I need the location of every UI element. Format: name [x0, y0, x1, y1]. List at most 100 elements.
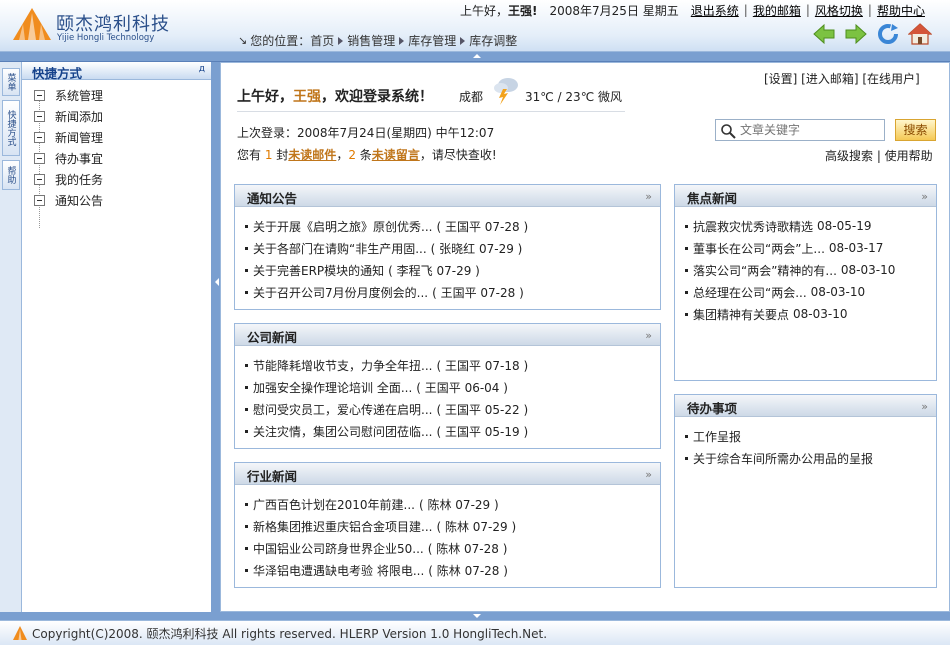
sidebar-title: 快捷方式: [32, 66, 83, 81]
last-login: 上次登录：2008年7月24日(星期四) 中午12:07: [237, 126, 495, 140]
panel-title: 行业新闻: [247, 469, 298, 484]
forward-arrow-icon[interactable]: [844, 22, 868, 46]
back-arrow-icon[interactable]: [812, 22, 836, 46]
collapse-icon[interactable]: [34, 194, 45, 206]
sidebar-item-label: 待办事宜: [55, 151, 104, 166]
nav-toolbar: [812, 22, 933, 46]
style-switch-link[interactable]: 风格切换: [815, 2, 863, 19]
main-content: 上午好，王强，欢迎登录系统！ 成都 31℃ / 23℃ 微风 [设置] [进入邮…: [220, 62, 950, 612]
collapse-icon[interactable]: [34, 152, 45, 164]
focus-news-list: 抗震救灾忧秀诗歌精选 08-05-19 董事长在公司“两会”上... 08-03-1…: [685, 215, 895, 325]
panel-header: 公司新闻 »: [235, 324, 660, 346]
breadcrumb-sales[interactable]: 销售管理: [347, 32, 395, 49]
list-item[interactable]: 落实公司“两会”精神的有... 08-03-10: [685, 259, 895, 281]
logout-link[interactable]: 退出系统: [691, 2, 739, 19]
list-item[interactable]: 关于各部门在请购“非生产用固...( 张晓红 07-29 ): [245, 237, 528, 259]
list-item[interactable]: 关于综合车间所需办公用品的呈报: [685, 447, 873, 469]
list-item[interactable]: 董事长在公司“两会”上... 08-03-17: [685, 237, 895, 259]
location-icon: ↘: [238, 34, 248, 47]
sidebar-item-system[interactable]: 系统管理: [34, 85, 103, 105]
copyright-text: Copyright(C)2008. 颐杰鸿利科技 All rights rese…: [32, 626, 548, 641]
divider: [237, 111, 625, 112]
list-item[interactable]: 广西百色计划在2010年前建...( 陈林 07-29 ): [245, 493, 516, 515]
list-item[interactable]: 新格集团推迟重庆铝合金项目建...( 陈林 07-29 ): [245, 515, 516, 537]
sidebar-item-label: 新闻管理: [55, 130, 104, 145]
app-header: 颐杰鸿利科技 Yijie Hongli Technology 上午好， 王强! …: [0, 0, 950, 52]
welcome-message: 上午好，王强，欢迎登录系统！: [237, 86, 433, 106]
panel-header: 焦点新闻 »: [675, 185, 936, 207]
panel-header: 行业新闻 »: [235, 463, 660, 485]
list-item[interactable]: 中国铝业公司跻身世界企业50...( 陈林 07-28 ): [245, 537, 516, 559]
bottom-collapse-bar[interactable]: [0, 612, 950, 620]
list-item[interactable]: 加强安全操作理论培训 全面...( 王国平 06-04 ): [245, 376, 528, 398]
collapse-icon[interactable]: [34, 173, 45, 185]
sidebar-header: 快捷方式 д: [22, 62, 211, 81]
breadcrumb-adjust[interactable]: 库存调整: [469, 32, 517, 49]
list-item[interactable]: 华泽铝电遭遇缺电考验 将限电...( 陈林 07-28 ): [245, 559, 516, 581]
todo-list: 工作呈报 关于综合车间所需办公用品的呈报: [685, 425, 873, 469]
collapse-icon[interactable]: [34, 131, 45, 143]
more-icon[interactable]: »: [921, 400, 928, 413]
list-item[interactable]: 工作呈报: [685, 425, 873, 447]
list-item[interactable]: 节能降耗增收节支，力争全年扭...( 王国平 07-18 ): [245, 354, 528, 376]
list-item[interactable]: 抗震救灾忧秀诗歌精选 08-05-19: [685, 215, 895, 237]
todo-panel: 待办事项 » 工作呈报 关于综合车间所需办公用品的呈报: [674, 394, 937, 588]
list-item[interactable]: 慰问受灾员工，爱心传递在启明...( 王国平 05-22 ): [245, 398, 528, 420]
more-icon[interactable]: »: [645, 468, 652, 481]
collapse-up-icon: [473, 54, 481, 58]
refresh-icon[interactable]: [876, 22, 900, 46]
home-icon[interactable]: [907, 22, 933, 46]
industry-news-list: 广西百色计划在2010年前建...( 陈林 07-29 ) 新格集团推迟重庆铝合…: [245, 493, 516, 581]
sidebar: 快捷方式 д 系统管理 新闻添加 新闻管理 待办事宜 我的任务 通知公告: [22, 62, 215, 612]
user-bar: 上午好， 王强! 2008年7月25日 星期五 退出系统 | 我的邮箱 | 风格…: [460, 2, 925, 19]
panel-title: 焦点新闻: [687, 191, 738, 206]
mailbox-link[interactable]: 我的邮箱: [753, 2, 801, 19]
more-icon[interactable]: »: [645, 190, 652, 203]
sidebar-item-label: 系统管理: [55, 88, 104, 103]
collapse-icon[interactable]: [34, 89, 45, 101]
footer: Copyright(C)2008. 颐杰鸿利科技 All rights rese…: [0, 620, 950, 645]
collapse-icon[interactable]: [34, 110, 45, 122]
list-item[interactable]: 关于完善ERP模块的通知( 李程飞 07-29 ): [245, 259, 528, 281]
list-item[interactable]: 关于开展《启明之旅》原创优秀...( 王国平 07-28 ): [245, 215, 528, 237]
collapse-down-icon: [473, 614, 481, 618]
help-links[interactable]: 高级搜索 | 使用帮助: [825, 147, 933, 164]
search-box: [715, 119, 885, 141]
sidebar-item-tasks[interactable]: 我的任务: [34, 169, 103, 189]
list-item[interactable]: 总经理在公司“两会... 08-03-10: [685, 281, 895, 303]
search-input[interactable]: [740, 122, 880, 138]
list-item[interactable]: 关注灾情，集团公司慰问团莅临...( 王国平 05-19 ): [245, 420, 528, 442]
list-item[interactable]: 集团精神有关要点 08-03-10: [685, 303, 895, 325]
sidebar-item-pending[interactable]: 待办事宜: [34, 148, 103, 168]
unread-mail-link[interactable]: 未读邮件: [288, 148, 336, 162]
more-icon[interactable]: »: [645, 329, 652, 342]
quick-links[interactable]: [设置] [进入邮箱] [在线用户]: [764, 70, 920, 87]
sidebar-item-news-manage[interactable]: 新闻管理: [34, 127, 103, 147]
logo-icon: [13, 8, 51, 40]
search-icon: [721, 124, 736, 139]
unread-message-link[interactable]: 未读留言: [372, 148, 420, 162]
footer-logo-icon: [13, 626, 27, 640]
help-center-link[interactable]: 帮助中心: [877, 2, 925, 19]
search-button[interactable]: 搜索: [895, 119, 936, 141]
list-item[interactable]: 关于召开公司7月份月度例会的...( 王国平 07-28 ): [245, 281, 528, 303]
panel-title: 待办事项: [687, 401, 738, 416]
sidebar-item-notices[interactable]: 通知公告: [34, 190, 103, 210]
sidebar-item-news-add[interactable]: 新闻添加: [34, 106, 103, 126]
unread-notice: 您有 1 封未读邮件，2 条未读留言，请尽快查收!: [237, 148, 497, 162]
tab-help[interactable]: 帮助: [2, 160, 20, 190]
industry-news-panel: 行业新闻 » 广西百色计划在2010年前建...( 陈林 07-29 ) 新格集团…: [234, 462, 661, 588]
breadcrumb-inventory[interactable]: 库存管理: [408, 32, 456, 49]
more-icon[interactable]: »: [921, 190, 928, 203]
panel-title: 通知公告: [247, 191, 298, 206]
tab-shortcuts[interactable]: 快捷方式: [2, 100, 20, 156]
greeting-text: 上午好，: [460, 3, 509, 18]
notice-panel: 通知公告 » 关于开展《启明之旅》原创优秀...( 王国平 07-28 ) 关于各…: [234, 184, 661, 310]
tab-menu[interactable]: 菜单: [2, 68, 20, 96]
welcome-user: 王强: [293, 89, 321, 105]
breadcrumb: ↘ 您的位置： 首页 销售管理 库存管理 库存调整: [238, 32, 517, 49]
thunderstorm-icon: [494, 78, 518, 105]
breadcrumb-home[interactable]: 首页: [310, 32, 334, 49]
pin-icon[interactable]: д: [199, 64, 205, 74]
top-collapse-bar[interactable]: [0, 52, 950, 62]
